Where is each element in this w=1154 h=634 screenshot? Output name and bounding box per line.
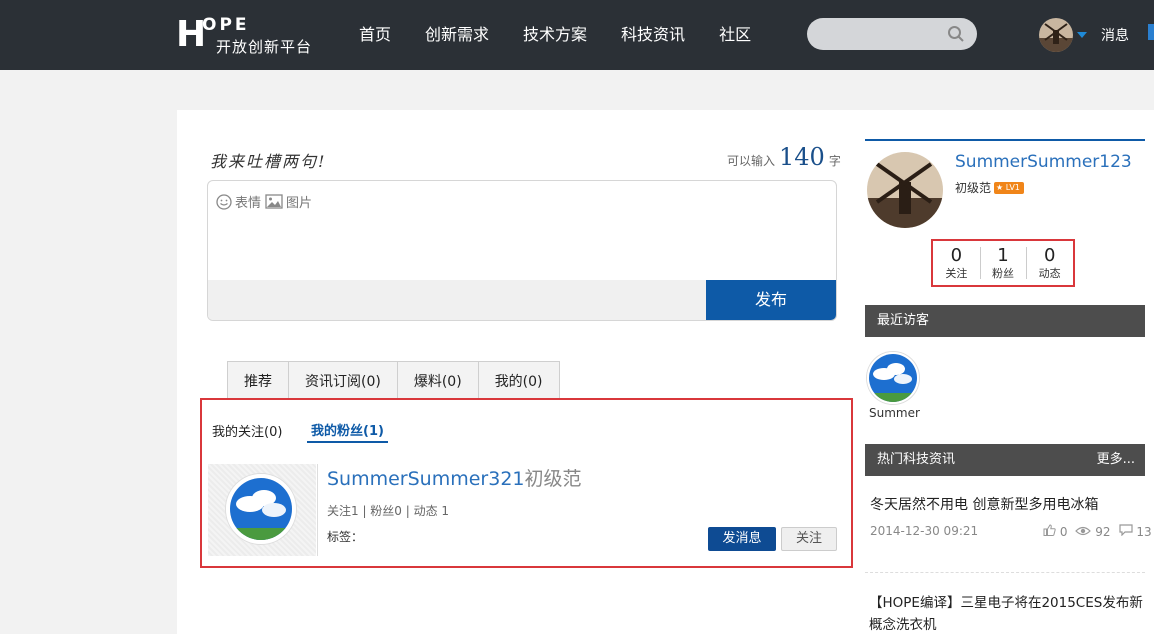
image-icon xyxy=(265,194,283,209)
news-likes[interactable]: 0 xyxy=(1043,524,1067,539)
sidebar-accent-line xyxy=(865,139,1145,141)
user-avatar[interactable] xyxy=(1039,18,1073,52)
char-counter-suffix: 字 xyxy=(828,154,841,168)
level-badge-text: LV1 xyxy=(1005,182,1020,192)
profile-level: 初级范 ★ LV1 xyxy=(955,179,1024,196)
smiley-icon xyxy=(216,193,232,210)
tab-recommended[interactable]: 推荐 xyxy=(228,362,289,398)
level-badge: ★ LV1 xyxy=(994,181,1024,194)
subtab-fans[interactable]: 我的粉丝(1) xyxy=(307,420,388,443)
header-edge-accent xyxy=(1148,24,1154,40)
post-composer[interactable]: 表情 图片 发布 xyxy=(207,180,837,321)
news-views-count: 92 xyxy=(1095,524,1111,539)
composer-slogan: 我来吐槽两句! xyxy=(210,152,327,171)
send-message-button[interactable]: 发消息 xyxy=(708,527,776,551)
thumbs-up-icon xyxy=(1043,524,1056,536)
stat-following-value: 0 xyxy=(950,245,963,266)
hot-news-title: 热门科技资讯 xyxy=(877,452,956,467)
profile-avatar[interactable] xyxy=(867,152,943,228)
chevron-down-icon[interactable] xyxy=(1077,32,1087,38)
news-item-title-2[interactable]: 【HOPE编译】三星电子将在2015CES发布新概念洗衣机 xyxy=(869,592,1144,634)
eye-icon xyxy=(1075,526,1092,535)
nav-tech-news[interactable]: 科技资讯 xyxy=(604,24,702,46)
fan-name[interactable]: SummerSummer321初级范 xyxy=(327,464,582,491)
stat-activities-label: 动态 xyxy=(1038,267,1061,280)
nav-home[interactable]: 首页 xyxy=(342,24,408,46)
logo-subtitle: 开放创新平台 xyxy=(216,38,313,56)
nav-tech-solutions[interactable]: 技术方案 xyxy=(506,24,604,46)
stat-fans-value: 1 xyxy=(997,245,1009,266)
comment-icon xyxy=(1118,524,1133,537)
nav-community[interactable]: 社区 xyxy=(702,24,768,46)
image-label: 图片 xyxy=(286,196,313,211)
fan-tags-label: 标签： xyxy=(327,530,364,544)
news-divider xyxy=(865,572,1145,573)
emoji-label: 表情 xyxy=(235,196,262,211)
profile-stats: 0 关注 1 粉丝 0 动态 xyxy=(931,239,1075,287)
tab-tips[interactable]: 爆料(0) xyxy=(398,362,479,398)
stat-activities[interactable]: 0 动态 xyxy=(1026,241,1073,285)
news-item-title[interactable]: 冬天居然不用电 创意新型多用电冰箱 xyxy=(870,494,1098,514)
messages-link[interactable]: 消息 xyxy=(1101,25,1129,45)
divider xyxy=(317,464,318,556)
fan-avatar[interactable] xyxy=(226,474,296,544)
fan-level: 初级范 xyxy=(524,468,582,490)
news-comments-count: 13 xyxy=(1136,525,1152,539)
more-link[interactable]: 更多... xyxy=(1097,444,1135,476)
feed-tabs: 推荐 资讯订阅(0) 爆料(0) 我的(0) xyxy=(227,361,560,399)
news-comments[interactable]: 13 xyxy=(1118,524,1152,539)
profile-level-label: 初级范 xyxy=(955,181,992,195)
search-icon[interactable] xyxy=(947,25,965,43)
stat-fans[interactable]: 1 粉丝 xyxy=(979,241,1027,285)
publish-button[interactable]: 发布 xyxy=(706,280,836,320)
stat-fans-label: 粉丝 xyxy=(992,267,1014,280)
hope-logo[interactable]: H OPE 开放创新平台 xyxy=(176,16,326,58)
stat-following[interactable]: 0 关注 xyxy=(933,241,980,285)
visitor-name[interactable]: Summer xyxy=(869,406,920,420)
follow-button[interactable]: 关注 xyxy=(781,527,837,551)
visitor-avatar[interactable] xyxy=(867,352,919,404)
emoji-button[interactable]: 表情 xyxy=(216,192,261,211)
star-icon: ★ xyxy=(996,182,1004,192)
char-counter-prefix: 可以输入 xyxy=(727,154,776,168)
fan-username[interactable]: SummerSummer321 xyxy=(327,468,525,490)
news-likes-count: 0 xyxy=(1059,525,1068,539)
profile-username[interactable]: SummerSummer123 xyxy=(955,152,1132,172)
char-counter: 可以输入 140 字 xyxy=(727,143,841,171)
image-button[interactable]: 图片 xyxy=(265,192,312,211)
tab-mine[interactable]: 我的(0) xyxy=(479,362,559,398)
subtab-following[interactable]: 我的关注(0) xyxy=(212,421,282,440)
tab-subscriptions[interactable]: 资讯订阅(0) xyxy=(289,362,398,398)
news-item-date: 2014-12-30 09:21 xyxy=(870,524,979,538)
stat-following-label: 关注 xyxy=(945,267,968,280)
main-nav: 首页 创新需求 技术方案 科技资讯 社区 xyxy=(342,24,768,46)
news-item-meta: 0 92 13 xyxy=(1043,524,1152,539)
stat-activities-value: 0 xyxy=(1043,245,1056,266)
search-input[interactable] xyxy=(807,18,977,50)
nav-innovation-demand[interactable]: 创新需求 xyxy=(408,24,506,46)
fan-stats: 关注1 | 粉丝0 | 动态 1 xyxy=(327,504,450,518)
recent-visitors-header: 最近访客 xyxy=(865,305,1145,337)
hot-news-header: 热门科技资讯 更多... xyxy=(865,444,1145,476)
logo-wordmark: OPE xyxy=(202,15,250,35)
recent-visitors-title: 最近访客 xyxy=(877,313,930,328)
char-counter-value: 140 xyxy=(779,143,825,171)
news-views: 92 xyxy=(1075,524,1111,539)
